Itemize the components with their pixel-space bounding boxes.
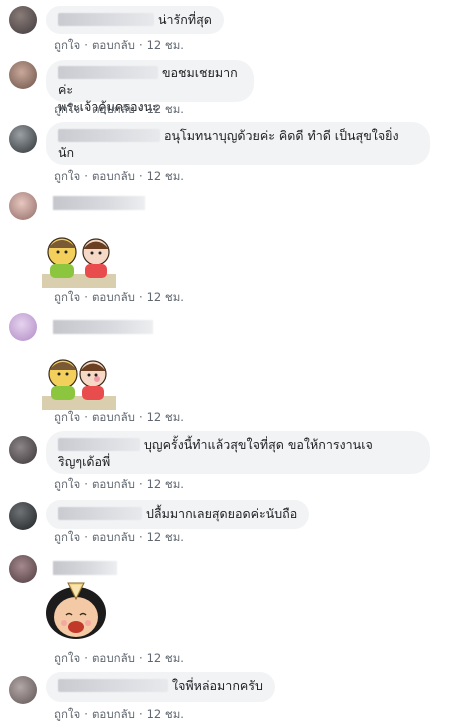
comment-text: ปลื้มมากเลยสุดยอดค่ะนับถือ	[145, 506, 298, 521]
couple-cheek-sticker[interactable]	[40, 352, 118, 412]
avatar[interactable]	[9, 436, 37, 464]
avatar[interactable]	[9, 192, 37, 220]
like-link[interactable]: ถูกใจ	[54, 651, 80, 665]
reply-link[interactable]: ตอบกลับ	[92, 477, 135, 491]
commenter-name[interactable]	[58, 129, 160, 142]
timestamp[interactable]: 12 ชม.	[147, 477, 184, 491]
timestamp[interactable]: 12 ชม.	[147, 410, 184, 424]
reply-link[interactable]: ตอบกลับ	[92, 102, 135, 116]
comment-bubble: น่ารักที่สุด	[46, 6, 224, 34]
comment-bubble: ใจพี่หล่อมากครับ	[46, 672, 275, 702]
reply-link[interactable]: ตอบกลับ	[92, 530, 135, 544]
like-link[interactable]: ถูกใจ	[54, 410, 80, 424]
wai-girl-sticker[interactable]	[40, 577, 112, 643]
timestamp[interactable]: 12 ชม.	[147, 38, 184, 52]
commenter-name[interactable]	[53, 561, 117, 575]
timestamp[interactable]: 12 ชม.	[147, 530, 184, 544]
couple-hand-sticker[interactable]	[40, 230, 118, 290]
reply-link[interactable]: ตอบกลับ	[92, 410, 135, 424]
avatar[interactable]	[9, 6, 37, 34]
comment-text: ใจพี่หล่อมากครับ	[171, 678, 263, 693]
reply-link[interactable]: ตอบกลับ	[92, 169, 135, 183]
comment-bubble: ขอชมเชยมากค่ะ พระเจ้าคุ้มครองนะ	[46, 60, 254, 114]
like-link[interactable]: ถูกใจ	[54, 169, 80, 183]
avatar[interactable]	[9, 61, 37, 89]
like-link[interactable]: ถูกใจ	[54, 290, 80, 304]
reply-link[interactable]: ตอบกลับ	[92, 38, 135, 52]
reply-link[interactable]: ตอบกลับ	[92, 707, 135, 721]
comment-bubble: บุญครั้งนี้ทำแล้วสุขใจที่สุด ขอให้การงาน…	[46, 431, 430, 474]
reply-link[interactable]: ตอบกลับ	[92, 290, 135, 304]
commenter-name[interactable]	[53, 196, 145, 210]
comment-actions: ถูกใจ · ตอบกลับ · 12 ชม.	[54, 290, 184, 304]
like-link[interactable]: ถูกใจ	[54, 102, 80, 116]
like-link[interactable]: ถูกใจ	[54, 530, 80, 544]
timestamp[interactable]: 12 ชม.	[147, 651, 184, 665]
comment-actions: ถูกใจ · ตอบกลับ · 12 ชม.	[54, 38, 184, 52]
comment-actions: ถูกใจ · ตอบกลับ · 12 ชม.	[54, 707, 184, 721]
commenter-name[interactable]	[58, 66, 158, 79]
timestamp[interactable]: 12 ชม.	[147, 707, 184, 721]
avatar[interactable]	[9, 676, 37, 704]
comment-text: อนุโมทนาบุญด้วยค่ะ คิดดี ทำดี เป็นสุขใจย…	[163, 128, 399, 143]
avatar[interactable]	[9, 502, 37, 530]
commenter-name[interactable]	[58, 13, 154, 26]
commenter-name[interactable]	[58, 679, 168, 692]
comment-actions: ถูกใจ · ตอบกลับ · 12 ชม.	[54, 410, 184, 424]
avatar[interactable]	[9, 555, 37, 583]
comment-actions: ถูกใจ · ตอบกลับ · 12 ชม.	[54, 169, 184, 183]
like-link[interactable]: ถูกใจ	[54, 477, 80, 491]
comment-text: น่ารักที่สุด	[157, 12, 212, 27]
commenter-name[interactable]	[58, 507, 142, 520]
comment-actions: ถูกใจ · ตอบกลับ · 12 ชม.	[54, 102, 184, 116]
like-link[interactable]: ถูกใจ	[54, 707, 80, 721]
comment-text-line2: ริญๆเด้อพี่	[58, 454, 111, 469]
comment-text: บุญครั้งนี้ทำแล้วสุขใจที่สุด ขอให้การงาน…	[143, 437, 373, 452]
comment-actions: ถูกใจ · ตอบกลับ · 12 ชม.	[54, 651, 184, 665]
like-link[interactable]: ถูกใจ	[54, 38, 80, 52]
comment-actions: ถูกใจ · ตอบกลับ · 12 ชม.	[54, 477, 184, 491]
avatar[interactable]	[9, 125, 37, 153]
comment-actions: ถูกใจ · ตอบกลับ · 12 ชม.	[54, 530, 184, 544]
comment-bubble: อนุโมทนาบุญด้วยค่ะ คิดดี ทำดี เป็นสุขใจย…	[46, 122, 430, 165]
timestamp[interactable]: 12 ชม.	[147, 169, 184, 183]
timestamp[interactable]: 12 ชม.	[147, 102, 184, 116]
commenter-name[interactable]	[53, 320, 153, 334]
timestamp[interactable]: 12 ชม.	[147, 290, 184, 304]
commenter-name[interactable]	[58, 438, 140, 451]
comment-text-line2: นัก	[58, 145, 75, 160]
avatar[interactable]	[9, 313, 37, 341]
reply-link[interactable]: ตอบกลับ	[92, 651, 135, 665]
comment-bubble: ปลื้มมากเลยสุดยอดค่ะนับถือ	[46, 500, 310, 529]
